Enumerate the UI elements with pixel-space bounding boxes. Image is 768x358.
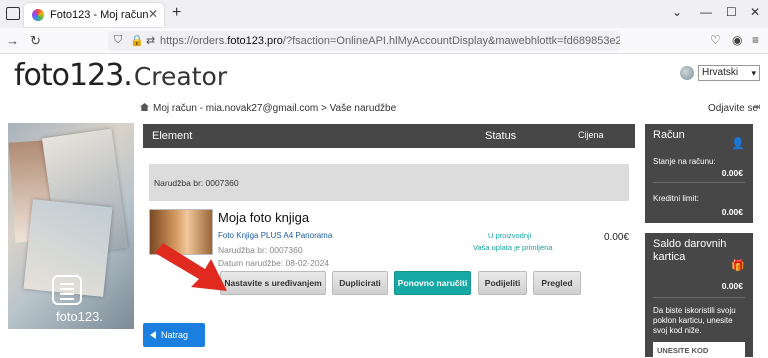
credit-label: Kreditni limit: bbox=[653, 194, 699, 203]
account-panel-title: Račun bbox=[653, 129, 685, 141]
foto123-logo-icon bbox=[52, 275, 82, 305]
minimize-icon[interactable]: — bbox=[700, 5, 712, 19]
col-status: Status bbox=[485, 130, 517, 142]
gift-card-title-1: Saldo darovnih bbox=[653, 238, 727, 250]
order-number-label: Narudžba br: 0007360 bbox=[154, 178, 239, 188]
product-name[interactable]: Foto Knjiga PLUS A4 Panorama bbox=[218, 231, 332, 240]
browser-tab[interactable]: Foto123 - Moj račun ✕ bbox=[24, 3, 164, 27]
browser-tab-bar: Foto123 - Moj račun ✕ + ⌄ — ☐ ✕ bbox=[0, 0, 768, 28]
red-arrow-annotation bbox=[155, 243, 227, 291]
order-date: Datum narudžbe: 08-02-2024 bbox=[218, 258, 330, 268]
chevron-down-icon[interactable]: ⌄ bbox=[672, 5, 682, 19]
gift-code-input[interactable]: UNESITE KOD bbox=[653, 342, 745, 358]
reorder-button[interactable]: Ponovno naručiti bbox=[394, 271, 471, 295]
tab-title: Foto123 - Moj račun bbox=[50, 9, 149, 21]
gift-card-title-2: kartica bbox=[653, 251, 686, 263]
gift-card-panel: Saldo darovnih kartica 🎁 0.00€ Da biste … bbox=[645, 233, 753, 358]
browser-nav-bar: → ↻ ⛉ 🔒 ⇄ https://orders.foto123.pro/?fs… bbox=[0, 28, 768, 54]
maximize-icon[interactable]: ☐ bbox=[726, 5, 737, 19]
balance-value: 0.00€ bbox=[721, 168, 743, 178]
user-icon: 👤 bbox=[731, 138, 745, 150]
share-button[interactable]: Podijeliti bbox=[478, 271, 527, 295]
close-window-icon[interactable]: ✕ bbox=[750, 5, 760, 19]
new-tab-button[interactable]: + bbox=[172, 4, 181, 22]
back-arrow-icon bbox=[150, 331, 156, 339]
promo-image: foto123. bbox=[8, 123, 134, 329]
status-production: U proizvodnji bbox=[488, 231, 532, 240]
credit-value: 0.00€ bbox=[721, 207, 743, 217]
tab-close-icon[interactable]: ✕ bbox=[148, 7, 158, 21]
status-payment: Vaša uplata je primljena bbox=[473, 243, 553, 252]
order-price: 0.00€ bbox=[604, 232, 630, 243]
shield-icon[interactable]: ⛉ bbox=[114, 34, 122, 47]
orders-table-header: Element Status Cijena bbox=[143, 124, 635, 148]
pocket-icon[interactable]: ♡ bbox=[710, 33, 721, 47]
col-element: Element bbox=[152, 130, 193, 142]
url-bar[interactable]: ⛉ 🔒 ⇄ https://orders.foto123.pro/?fsacti… bbox=[108, 31, 620, 51]
language-select[interactable]: Hrvatski bbox=[698, 65, 760, 81]
project-title: Moja foto knjiga bbox=[218, 210, 310, 225]
home-icon[interactable] bbox=[140, 103, 149, 111]
continue-editing-button[interactable]: Nastavite s uređivanjem bbox=[220, 271, 326, 295]
menu-icon[interactable]: ≡ bbox=[752, 33, 759, 47]
foto123-logo[interactable]: foto123.Creator bbox=[14, 58, 227, 93]
site-favicon-icon bbox=[32, 9, 44, 21]
order-header-box: Narudžba br: 0007360 bbox=[149, 164, 629, 201]
promo-brand: foto123. bbox=[56, 309, 103, 324]
lock-icon[interactable]: 🔒 bbox=[130, 34, 144, 47]
col-price: Cijena bbox=[578, 130, 604, 140]
reload-icon[interactable]: ↻ bbox=[30, 33, 41, 49]
balance-label: Stanje na računu: bbox=[653, 157, 716, 166]
gift-icon: 🎁 bbox=[731, 260, 745, 272]
url-text[interactable]: https://orders.foto123.pro/?fsaction=Onl… bbox=[160, 35, 620, 47]
account-panel: Račun 👤 Stanje na računu: 0.00€ Kreditni… bbox=[645, 124, 753, 223]
preview-button[interactable]: Pregled bbox=[533, 271, 581, 295]
duplicate-button[interactable]: Duplicirati bbox=[332, 271, 388, 295]
back-arrow-icon[interactable]: → bbox=[6, 33, 19, 48]
breadcrumb: Moj račun - mia.novak27@gmail.com > Vaše… bbox=[140, 103, 396, 114]
logout-link[interactable]: Odjavite se bbox=[708, 103, 758, 114]
logout-icon[interactable]: ⇥ bbox=[752, 102, 760, 113]
back-button[interactable]: Natrag bbox=[143, 323, 205, 347]
globe-icon bbox=[680, 66, 694, 80]
tab-list-icon[interactable] bbox=[6, 7, 20, 20]
account-icon[interactable]: ◉ bbox=[732, 33, 742, 47]
permissions-icon[interactable]: ⇄ bbox=[146, 34, 155, 47]
gift-card-value: 0.00€ bbox=[721, 281, 743, 291]
gift-card-note: Da biste iskoristili svoju poklon kartic… bbox=[653, 306, 736, 335]
